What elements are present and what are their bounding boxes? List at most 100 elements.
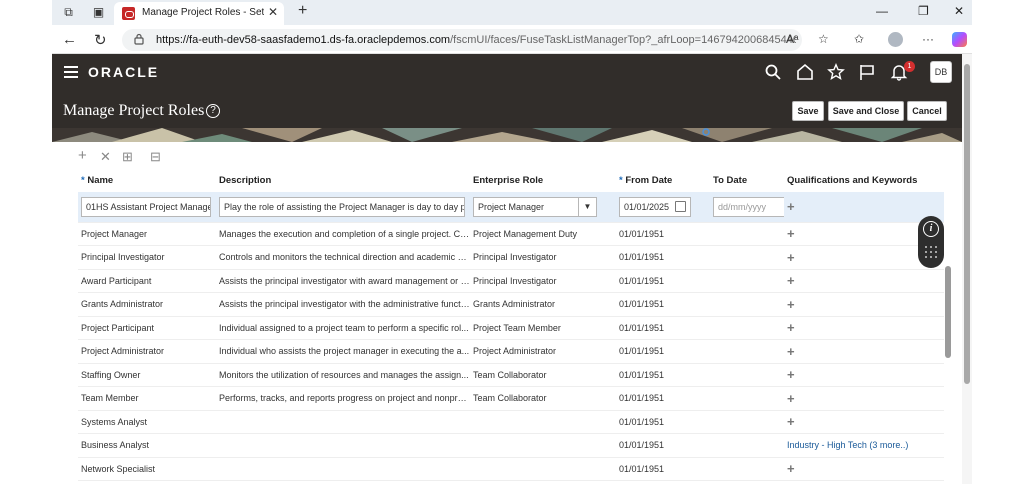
- add-qualification-icon[interactable]: +: [787, 199, 795, 214]
- page-scrollbar-thumb[interactable]: [964, 64, 970, 384]
- add-qualification-icon[interactable]: +: [787, 367, 795, 382]
- apps-grid-icon[interactable]: [925, 246, 937, 258]
- table-row[interactable]: Systems Analyst 01/01/1951 +: [78, 410, 944, 434]
- favorite-star-icon[interactable]: ☆: [818, 32, 829, 46]
- workspaces-icon[interactable]: ⧉: [62, 6, 75, 19]
- window-close-icon[interactable]: ✕: [954, 4, 964, 18]
- column-header-name-label: Name: [87, 174, 114, 186]
- enterprise-role-select[interactable]: Project Manager ▼: [473, 196, 597, 217]
- info-icon[interactable]: i: [923, 221, 939, 237]
- add-qualification-icon[interactable]: +: [787, 297, 795, 312]
- add-qualification-icon[interactable]: +: [787, 414, 795, 429]
- add-qualification-icon[interactable]: +: [787, 344, 795, 359]
- table-row[interactable]: Project Administrator Individual who ass…: [78, 339, 944, 364]
- cell-from-date: 01/01/1951: [616, 410, 710, 434]
- from-date-input[interactable]: 01/01/2025: [619, 196, 691, 217]
- chevron-down-icon[interactable]: ▼: [578, 197, 596, 216]
- cell-description: [216, 433, 470, 458]
- to-date-input[interactable]: dd/mm/yyyy: [713, 196, 784, 217]
- favorites-bar-icon[interactable]: ✩: [854, 32, 864, 46]
- cell-to-date: [710, 222, 784, 246]
- cell-from-date: 01/01/1951: [616, 386, 710, 411]
- browser-tab[interactable]: Manage Project Roles - Setup and Mainten…: [114, 2, 284, 25]
- table-scrollbar-thumb[interactable]: [945, 266, 951, 358]
- help-icon[interactable]: ?: [206, 104, 220, 118]
- detach-table-icon[interactable]: ⊞: [122, 149, 133, 165]
- table-row[interactable]: Network Specialist 01/01/1951 +: [78, 457, 944, 481]
- column-header-qualifications[interactable]: Qualifications and Keywords: [784, 168, 944, 192]
- add-qualification-icon[interactable]: +: [787, 250, 795, 265]
- column-header-name[interactable]: * Name: [78, 168, 216, 192]
- cell-from-date: 01/01/1951: [616, 316, 710, 340]
- table-row[interactable]: Award Participant Assists the principal …: [78, 269, 944, 293]
- browser-tab-bar: ⧉ ▣ Manage Project Roles - Setup and Mai…: [52, 0, 972, 25]
- table-row[interactable]: Team Member Performs, tracks, and report…: [78, 386, 944, 411]
- table-row[interactable]: Grants Administrator Assists the princip…: [78, 292, 944, 317]
- cell-to-date: [710, 457, 784, 481]
- favorites-star-icon[interactable]: [827, 63, 845, 81]
- refresh-icon[interactable]: ↻: [94, 31, 107, 49]
- description-input[interactable]: Play the role of assisting the Project M…: [219, 196, 465, 217]
- qualifications-link[interactable]: Industry - High Tech (3 more..): [787, 440, 908, 450]
- cell-description: Controls and monitors the technical dire…: [216, 245, 470, 270]
- read-aloud-icon[interactable]: Aᵃ: [786, 32, 798, 46]
- column-header-description[interactable]: Description: [216, 168, 470, 192]
- url-field[interactable]: https://fa-euth-dev58-saasfademo1.ds-fa.…: [122, 29, 802, 51]
- table-row[interactable]: Principal Investigator Controls and moni…: [78, 245, 944, 270]
- tab-actions-icon[interactable]: ▣: [92, 6, 105, 19]
- add-qualification-icon[interactable]: +: [787, 320, 795, 335]
- url-host: https://fa-euth-dev58-saasfademo1.ds-fa.…: [156, 34, 451, 46]
- cell-enterprise-role: Project Administrator: [470, 339, 616, 364]
- delete-row-icon[interactable]: ✕: [100, 149, 111, 165]
- column-header-to-date[interactable]: To Date: [710, 168, 784, 192]
- watchlist-flag-icon[interactable]: [858, 63, 876, 81]
- export-icon[interactable]: ⊟: [150, 149, 161, 165]
- back-icon[interactable]: ←: [62, 31, 77, 48]
- project-roles-table: * Name Description Enterprise Role * Fro…: [78, 168, 944, 484]
- page-scrollbar[interactable]: [962, 54, 972, 484]
- add-row-icon[interactable]: +: [78, 147, 87, 164]
- user-avatar[interactable]: DB: [930, 61, 952, 83]
- floating-help-pill: i: [918, 216, 944, 268]
- cell-to-date: [710, 339, 784, 364]
- tab-close-icon[interactable]: ✕: [268, 5, 278, 19]
- cell-name: Award Participant: [78, 269, 216, 293]
- calendar-icon[interactable]: [675, 200, 686, 212]
- table-row[interactable]: Project Manager Manages the execution an…: [78, 222, 944, 246]
- name-input[interactable]: 01HS Assistant Project Manager: [81, 196, 211, 217]
- column-header-from-date[interactable]: * From Date: [616, 168, 710, 192]
- home-icon[interactable]: [796, 63, 814, 81]
- table-row[interactable]: Project Participant Individual assigned …: [78, 316, 944, 340]
- minimize-icon[interactable]: —: [876, 4, 888, 18]
- copilot-icon[interactable]: [952, 32, 967, 47]
- cell-description: Individual assigned to a project team to…: [216, 316, 470, 340]
- more-menu-icon[interactable]: ···: [922, 32, 934, 46]
- cell-name: Principal Investigator: [78, 245, 216, 270]
- table-row[interactable]: Staffing Owner Monitors the utilization …: [78, 363, 944, 387]
- profile-avatar-icon[interactable]: [888, 32, 903, 47]
- restore-icon[interactable]: ❐: [918, 4, 929, 18]
- save-and-close-button[interactable]: Save and Close: [828, 101, 904, 121]
- save-button[interactable]: Save: [792, 101, 824, 121]
- oracle-logo[interactable]: ORACLE: [88, 64, 159, 80]
- add-qualification-icon[interactable]: +: [787, 461, 795, 476]
- cell-name: Project Manager: [78, 222, 216, 246]
- hamburger-menu-icon[interactable]: [64, 66, 78, 78]
- table-row[interactable]: Business Analyst 01/01/1951 Industry - H…: [78, 433, 944, 458]
- cell-enterprise-role: Principal Investigator: [470, 245, 616, 270]
- column-header-enterprise-role[interactable]: Enterprise Role: [470, 168, 616, 192]
- cell-name: Business Analyst: [78, 433, 216, 458]
- search-icon[interactable]: [764, 63, 782, 81]
- cell-to-date: [710, 386, 784, 411]
- add-qualification-icon[interactable]: +: [787, 273, 795, 288]
- table-scrollbar[interactable]: [945, 198, 951, 478]
- add-qualification-icon[interactable]: +: [787, 226, 795, 241]
- notification-count-badge: 1: [904, 61, 915, 72]
- add-qualification-icon[interactable]: +: [787, 391, 795, 406]
- cancel-button[interactable]: Cancel: [907, 101, 947, 121]
- app-header: ORACLE 1 DB Manage Project Roles ? Save …: [52, 54, 962, 142]
- cell-description: [216, 457, 470, 481]
- table-row-editing[interactable]: 01HS Assistant Project Manager Play the …: [78, 192, 944, 223]
- new-tab-icon[interactable]: +: [298, 2, 307, 20]
- cell-name: Project Participant: [78, 316, 216, 340]
